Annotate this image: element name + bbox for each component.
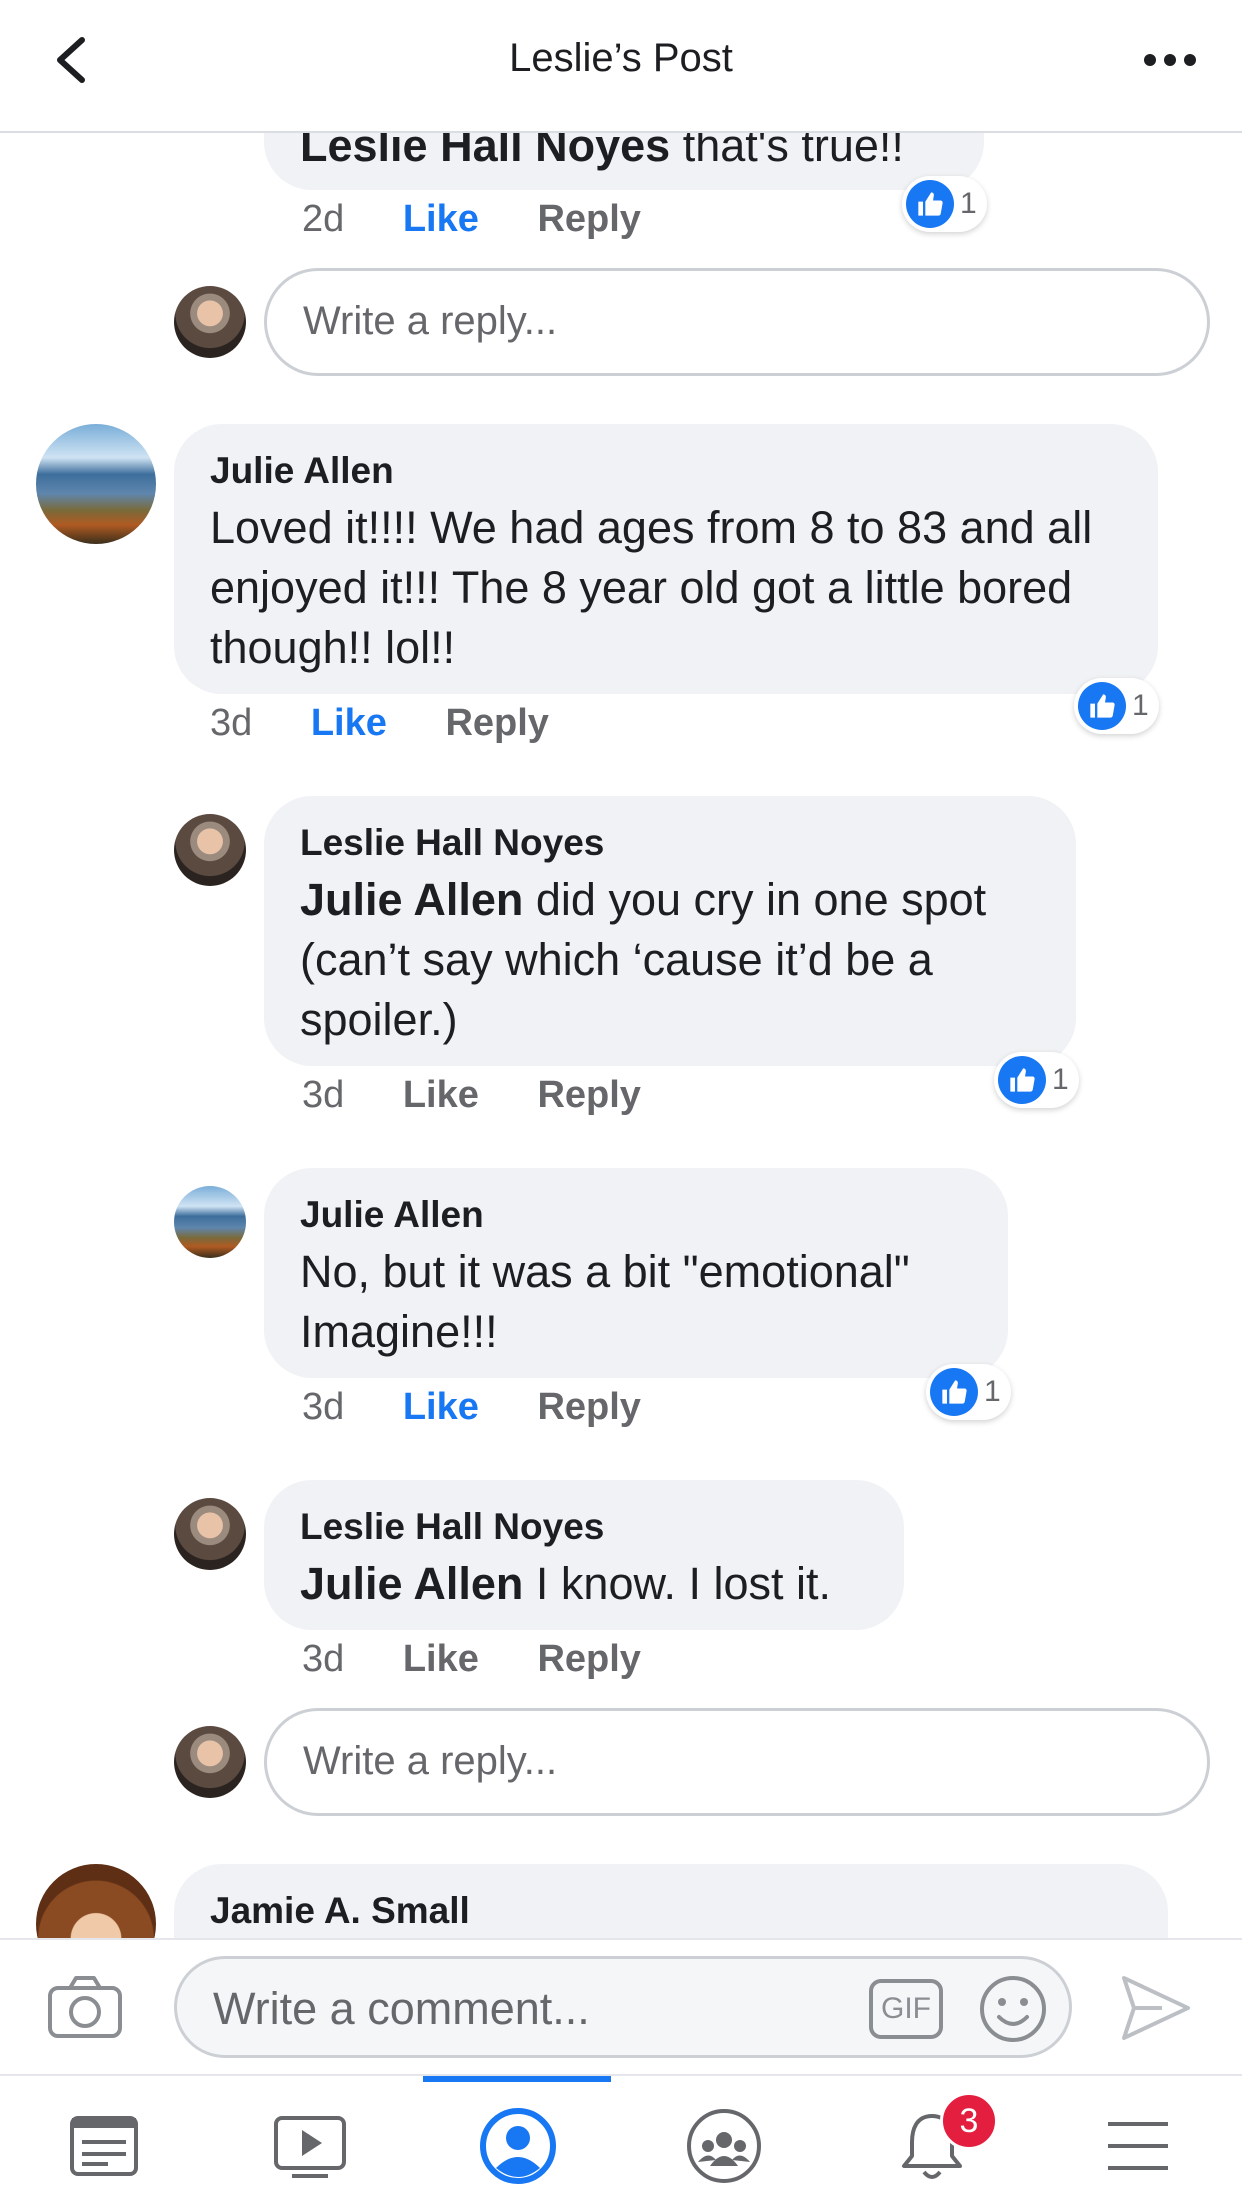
thumbs-up-icon	[1078, 682, 1126, 730]
tab-menu[interactable]	[1078, 2086, 1198, 2206]
reply-input[interactable]: Write a reply...	[264, 1708, 1210, 1816]
like-button[interactable]: Like	[403, 1074, 479, 1116]
bottom-tab-bar: 3	[0, 2074, 1242, 2210]
tab-watch[interactable]	[250, 2086, 370, 2206]
comment-timestamp: 2d	[302, 198, 345, 240]
avatar[interactable]	[174, 1186, 246, 1258]
send-icon	[1122, 1976, 1190, 2040]
like-button[interactable]: Like	[311, 702, 387, 744]
avatar[interactable]	[36, 424, 156, 544]
emoji-icon	[980, 1976, 1046, 2042]
mention-link[interactable]: Julie Allen	[300, 874, 523, 925]
comment-bubble: Julie Allen No, but it was a bit "emotio…	[264, 1168, 1008, 1378]
top-nav-bar: Leslie’s Post	[0, 0, 1242, 133]
page-title: Leslie’s Post	[509, 36, 733, 80]
reaction-count-badge[interactable]: 1	[926, 1364, 1011, 1420]
thumbs-up-icon	[998, 1056, 1046, 1104]
comment-input[interactable]: Write a comment... GIF	[174, 1956, 1072, 2058]
reply-button[interactable]: Reply	[537, 198, 640, 240]
reply-button[interactable]: Reply	[537, 1074, 640, 1116]
send-button[interactable]	[1118, 1970, 1194, 2046]
emoji-button[interactable]	[977, 1973, 1049, 2045]
comment-placeholder: Write a comment...	[213, 1983, 590, 2034]
avatar[interactable]	[174, 814, 246, 886]
reaction-count-badge[interactable]: 1	[1074, 678, 1159, 734]
comment-author[interactable]: Julie Allen	[210, 450, 394, 492]
like-button[interactable]: Like	[403, 198, 479, 240]
comment-meta: 3d Like Reply	[210, 702, 549, 745]
comment-text: No, but it was a bit "emotional" Imagine…	[300, 1246, 910, 1357]
reply-button[interactable]: Reply	[537, 1638, 640, 1680]
comment-author[interactable]: Jamie A. Small	[210, 1890, 470, 1932]
comment-meta: 2d Like Reply	[302, 198, 641, 241]
active-tab-indicator	[423, 2076, 611, 2082]
like-button[interactable]: Like	[403, 1638, 479, 1680]
comment-text: Loved it!!!! We had ages from 8 to 83 an…	[210, 502, 1093, 673]
more-dots-icon	[1144, 54, 1196, 66]
gif-button[interactable]: GIF	[869, 1979, 943, 2039]
reply-button[interactable]: Reply	[537, 1386, 640, 1428]
comment-timestamp: 3d	[302, 1386, 345, 1428]
comment-meta: 3d Like Reply	[302, 1074, 641, 1117]
reply-placeholder: Write a reply...	[303, 299, 558, 343]
comment-bubble: Julie Allen Loved it!!!! We had ages fro…	[174, 424, 1158, 694]
watch-icon	[274, 2116, 346, 2178]
gif-icon: GIF	[881, 1992, 931, 2025]
groups-icon	[687, 2109, 761, 2183]
comment-author[interactable]: Julie Allen	[300, 1194, 484, 1236]
notification-badge: 3	[940, 2092, 998, 2150]
avatar	[174, 1726, 246, 1798]
tab-news-feed[interactable]	[44, 2086, 164, 2206]
comment-timestamp: 3d	[210, 702, 253, 744]
like-button[interactable]: Like	[403, 1386, 479, 1428]
comment-bubble: Leslie Hall Noyes Julie Allen I know. I …	[264, 1480, 904, 1630]
comment-timestamp: 3d	[302, 1638, 345, 1680]
camera-button[interactable]	[44, 1968, 126, 2048]
thumbs-up-icon	[906, 180, 954, 228]
comment-author[interactable]: Leslie Hall Noyes	[300, 1506, 604, 1548]
more-options-button[interactable]	[1140, 40, 1200, 80]
comment-bubble: Leslie Hall Noyes Julie Allen did you cr…	[264, 796, 1076, 1066]
profile-icon	[480, 2108, 556, 2184]
comment-meta: 3d Like Reply	[302, 1386, 641, 1429]
mention-link[interactable]: Julie Allen	[300, 1558, 523, 1609]
reply-input[interactable]: Write a reply...	[264, 268, 1210, 376]
reply-placeholder: Write a reply...	[303, 1739, 558, 1783]
menu-icon	[1108, 2122, 1168, 2170]
reaction-count-badge[interactable]: 1	[994, 1052, 1079, 1108]
comment-author[interactable]: Leslie Hall Noyes	[300, 822, 604, 864]
comment-meta: 3d Like Reply	[302, 1638, 641, 1681]
tab-profile[interactable]	[458, 2086, 578, 2206]
camera-icon	[48, 1976, 122, 2038]
news-feed-icon	[70, 2116, 138, 2176]
comment-text: I know. I lost it.	[523, 1558, 832, 1609]
avatar	[174, 286, 246, 358]
comment-composer: Write a comment... GIF	[0, 1938, 1242, 2076]
tab-groups[interactable]	[664, 2086, 784, 2206]
thumbs-up-icon	[930, 1368, 978, 1416]
reply-button[interactable]: Reply	[445, 702, 548, 744]
avatar[interactable]	[174, 1498, 246, 1570]
reaction-count-badge[interactable]: 1	[902, 176, 987, 232]
comment-timestamp: 3d	[302, 1074, 345, 1116]
